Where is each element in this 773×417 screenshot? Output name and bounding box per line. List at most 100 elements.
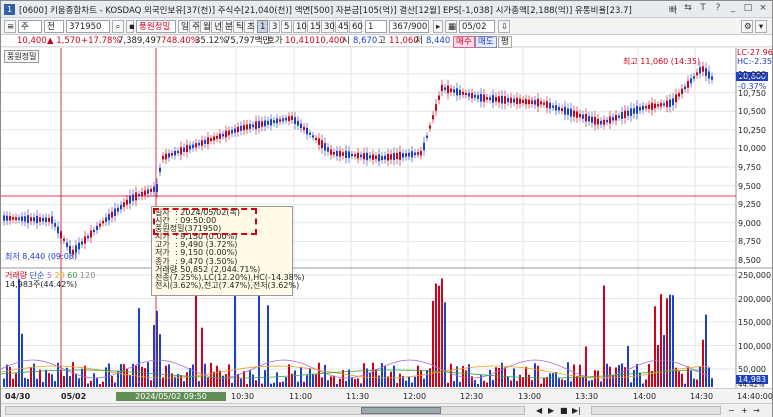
volume-bar <box>693 378 695 387</box>
flat-button[interactable]: 평 <box>498 36 512 48</box>
volume-bar <box>585 346 587 387</box>
range-field[interactable]: 367/900 <box>389 20 429 33</box>
period-tick[interactable]: 틱 <box>233 20 244 33</box>
candle-body <box>708 71 710 79</box>
volume-bar <box>582 376 584 387</box>
stock-name-field: 풍원정밀 <box>136 20 176 33</box>
fit-arrow-icon[interactable]: → <box>753 406 760 415</box>
interval-10[interactable]: 10 <box>293 20 307 33</box>
interval-5[interactable]: 5 <box>281 20 292 33</box>
nav-play-icon[interactable]: ▶ <box>548 406 554 415</box>
time-tick-label: 12:00 <box>403 392 427 401</box>
candle-body <box>102 220 104 224</box>
volume-bar <box>654 306 656 387</box>
settings-icon[interactable]: ⚙ <box>741 20 753 33</box>
zoom-in-icon[interactable]: + <box>741 406 748 415</box>
volume-bar <box>81 368 83 387</box>
nav-stop-icon[interactable]: ■ <box>560 406 568 415</box>
volume-bar <box>183 381 185 387</box>
volume-bar <box>405 380 407 387</box>
sell-button[interactable]: 매도 <box>475 36 497 48</box>
minimize-icon[interactable]: _ <box>728 3 738 16</box>
volume-bar <box>555 372 557 387</box>
volume-bar <box>303 381 305 387</box>
text-icon[interactable]: T <box>698 3 708 16</box>
maximize-icon[interactable]: □ <box>743 3 753 16</box>
chart-area[interactable]: 풍원정밀 최고 11,060 (14:35) 최저 8,440 (09:08) … <box>0 48 773 389</box>
stock-code-input[interactable]: 371950 <box>66 20 110 33</box>
period-second[interactable]: 초 <box>244 20 255 33</box>
interval-15[interactable]: 15 <box>307 20 321 33</box>
down-arrow-icon[interactable]: ⇩ <box>498 20 510 33</box>
date-field[interactable]: 05/02 <box>459 20 495 33</box>
candle-body <box>93 229 95 233</box>
candle-body <box>687 80 689 88</box>
candle-body <box>216 136 218 139</box>
market-select[interactable]: 주 <box>18 20 42 33</box>
period-week[interactable]: 주 <box>189 20 200 33</box>
stock-tag: 풍원정밀 <box>4 50 40 63</box>
search-icon[interactable]: ⌕ <box>112 20 124 33</box>
nav-next-icon[interactable]: ▶| <box>572 406 581 415</box>
price-volume-chart[interactable] <box>0 48 772 388</box>
candle-body <box>543 102 545 105</box>
period-day[interactable]: 일 <box>178 20 189 33</box>
calendar-icon[interactable]: ▦ <box>445 20 457 33</box>
volume-bar <box>618 364 620 387</box>
title-bar[interactable]: 1 [0600] 키움종합차트 - KOSDAQ 외국인보유[37(천)] 주식… <box>1 1 772 18</box>
interval-1[interactable]: 1 <box>257 20 268 33</box>
pin-icon[interactable]: 빠 <box>668 3 678 16</box>
price-tick-label: 10,750 <box>738 88 766 98</box>
flag-icon[interactable]: ▪ <box>126 20 135 33</box>
candle-body <box>657 104 659 107</box>
candle-body <box>405 153 407 157</box>
nav-prev-icon[interactable]: ◀ <box>536 406 542 415</box>
candle-body <box>66 242 68 247</box>
interval-30[interactable]: 30 <box>321 20 335 33</box>
close-icon[interactable]: × <box>758 3 768 16</box>
period-month[interactable]: 월 <box>200 20 211 33</box>
code-mode-select[interactable]: 전 <box>44 20 64 33</box>
volume-bar <box>705 314 707 387</box>
candle-body <box>282 118 284 122</box>
count-select[interactable]: 1 <box>365 20 387 33</box>
volume-bar <box>201 327 203 387</box>
chevron-down-icon[interactable]: ▾ <box>755 20 767 33</box>
candle-body <box>285 117 287 121</box>
candle-body <box>615 114 617 121</box>
candle-body <box>627 110 629 116</box>
buy-button[interactable]: 매수 <box>453 36 475 48</box>
menu-icon[interactable]: ≡ <box>4 20 16 33</box>
volume-bar <box>93 373 95 387</box>
price-tick-label: 10,500 <box>738 107 766 117</box>
scrollbar-thumb[interactable] <box>361 407 441 414</box>
candle-body <box>63 238 65 241</box>
interval-60[interactable]: 60 <box>349 20 363 33</box>
period-minute[interactable]: 분 <box>222 20 233 33</box>
zoom-out-icon[interactable]: − <box>728 406 735 415</box>
candle-body <box>507 98 509 103</box>
volume-value: 14,983주(44.42%) <box>5 280 78 289</box>
candle-body <box>438 95 440 100</box>
turnover: 35.12% <box>195 36 228 46</box>
help-icon[interactable]: ? <box>713 3 723 16</box>
candle-body <box>528 99 530 105</box>
zoom-slider[interactable] <box>591 406 721 415</box>
time-tick-label: 12:30 <box>460 392 484 401</box>
interval-45[interactable]: 45 <box>335 20 349 33</box>
interval-3[interactable]: 3 <box>269 20 280 33</box>
link-icon[interactable]: ⇆ <box>683 3 693 16</box>
step-icon[interactable]: ▸ <box>433 20 443 33</box>
period-year[interactable]: 년 <box>211 20 222 33</box>
candle-body <box>375 155 377 160</box>
candle-body <box>219 133 221 139</box>
volume-bar <box>297 381 299 387</box>
candle-body <box>399 151 401 160</box>
volume-bar <box>27 378 29 387</box>
scroll-time-tag[interactable]: 2024/05/02 09:50 <box>116 392 226 401</box>
app-icon: 1 <box>4 4 15 15</box>
candle-body <box>363 153 365 160</box>
volume-bar <box>603 285 605 387</box>
volume-bar <box>147 362 149 387</box>
history-scrollbar[interactable] <box>5 406 525 415</box>
